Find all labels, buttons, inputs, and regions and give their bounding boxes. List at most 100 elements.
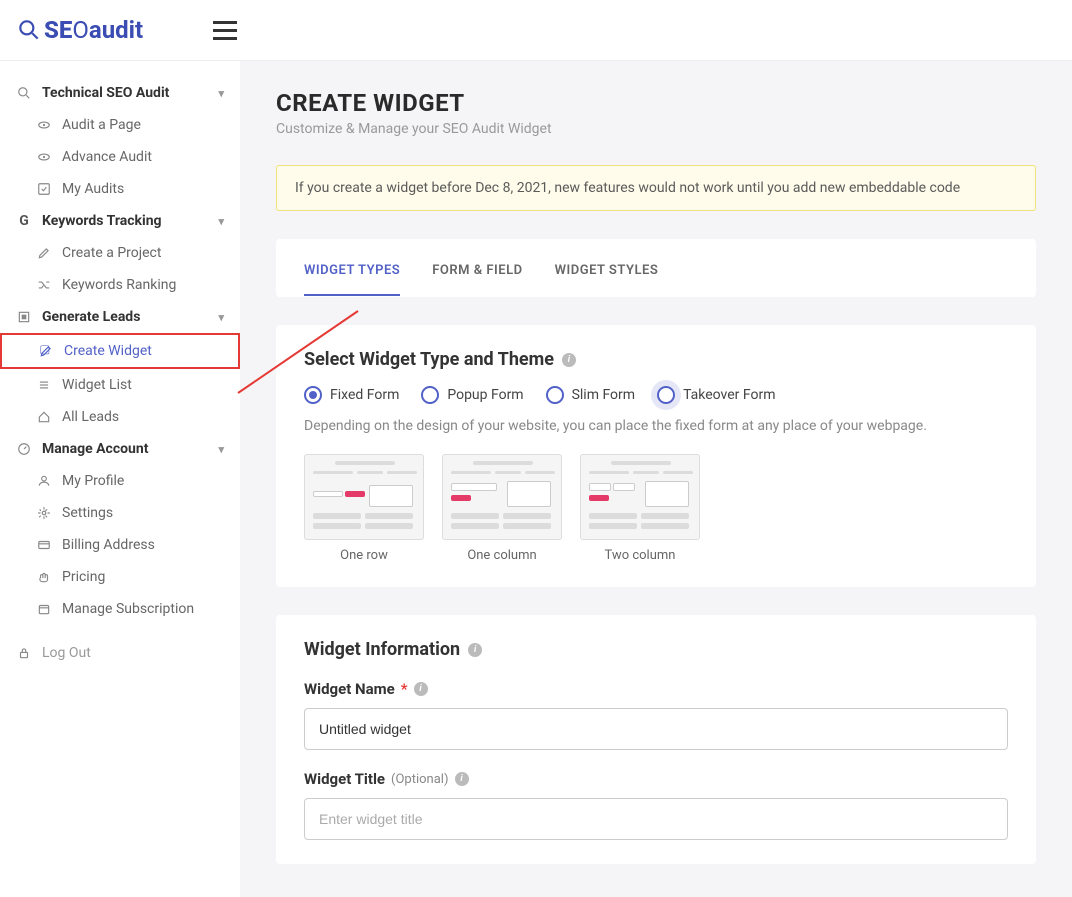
sidebar-item-keywords-ranking[interactable]: Keywords Ranking xyxy=(0,269,240,301)
page-subtitle: Customize & Manage your SEO Audit Widget xyxy=(276,121,1036,137)
logout-button[interactable]: Log Out xyxy=(0,625,240,681)
sidebar-item-my-audits[interactable]: My Audits xyxy=(0,173,240,205)
tabs: WIDGET TYPES FORM & FIELD WIDGET STYLES xyxy=(304,263,1008,297)
sidebar-item-label: My Audits xyxy=(62,181,124,197)
sidebar-group-technical-seo[interactable]: Technical SEO Audit ▾ xyxy=(0,77,240,109)
widget-name-label: Widget Name* i xyxy=(304,680,1008,698)
widget-info-card: Widget Information i Widget Name* i Widg… xyxy=(276,615,1036,864)
widget-name-input[interactable] xyxy=(304,708,1008,750)
lock-icon xyxy=(16,645,32,661)
alert-text: If you create a widget before Dec 8, 202… xyxy=(295,180,960,196)
tab-widget-types[interactable]: WIDGET TYPES xyxy=(304,263,400,296)
sidebar-group-label: Generate Leads xyxy=(42,309,140,325)
radio-circle xyxy=(421,386,439,404)
theme-label: One column xyxy=(442,548,562,563)
radio-slim-form[interactable]: Slim Form xyxy=(546,386,635,404)
sidebar-item-widget-list[interactable]: Widget List xyxy=(0,369,240,401)
sidebar-group-keywords[interactable]: G Keywords Tracking ▾ xyxy=(0,205,240,237)
menu-toggle-icon[interactable] xyxy=(213,21,237,40)
radio-popup-form[interactable]: Popup Form xyxy=(421,386,523,404)
widget-type-heading: Select Widget Type and Theme i xyxy=(304,349,1008,370)
sidebar-item-billing[interactable]: Billing Address xyxy=(0,529,240,561)
sidebar-item-advance-audit[interactable]: Advance Audit xyxy=(0,141,240,173)
theme-two-column[interactable]: Two column xyxy=(580,454,700,563)
chevron-down-icon: ▾ xyxy=(218,443,224,456)
logo[interactable]: SEOaudit xyxy=(16,16,143,44)
sidebar-group-label: Manage Account xyxy=(42,441,148,457)
sidebar-item-settings[interactable]: Settings xyxy=(0,497,240,529)
alert-banner: If you create a widget before Dec 8, 202… xyxy=(276,165,1036,211)
sidebar-item-label: Manage Subscription xyxy=(62,601,194,617)
sidebar-item-label: Widget List xyxy=(62,377,132,393)
theme-preview xyxy=(304,454,424,540)
widget-title-input[interactable] xyxy=(304,798,1008,840)
theme-label: One row xyxy=(304,548,424,563)
sidebar-item-label: Create a Project xyxy=(62,245,161,261)
sidebar-group-label: Technical SEO Audit xyxy=(42,85,169,101)
pencil-icon xyxy=(36,245,52,261)
theme-one-row[interactable]: One row xyxy=(304,454,424,563)
sidebar-item-subscription[interactable]: Manage Subscription xyxy=(0,593,240,625)
radio-circle xyxy=(657,386,675,404)
check-icon xyxy=(36,181,52,197)
widget-type-desc: Depending on the design of your website,… xyxy=(304,418,1008,434)
widget-type-radios: Fixed Form Popup Form Slim Form Takeover… xyxy=(304,386,1008,404)
chevron-down-icon: ▾ xyxy=(218,311,224,324)
tabs-card: WIDGET TYPES FORM & FIELD WIDGET STYLES xyxy=(276,239,1036,297)
chevron-down-icon: ▾ xyxy=(218,215,224,228)
info-icon[interactable]: i xyxy=(468,643,482,657)
sidebar-group-leads[interactable]: Generate Leads ▾ xyxy=(0,301,240,333)
sidebar-item-audit-page[interactable]: Audit a Page xyxy=(0,109,240,141)
page-title: CREATE WIDGET xyxy=(276,89,1036,117)
sidebar-item-label: Settings xyxy=(62,505,113,521)
info-icon[interactable]: i xyxy=(562,353,576,367)
sidebar-item-create-widget[interactable]: Create Widget xyxy=(0,333,240,369)
widget-type-card: Select Widget Type and Theme i Fixed For… xyxy=(276,325,1036,587)
sidebar-item-create-project[interactable]: Create a Project xyxy=(0,237,240,269)
user-icon xyxy=(36,473,52,489)
widget-title-label: Widget Title (Optional) i xyxy=(304,770,1008,788)
chevron-down-icon: ▾ xyxy=(218,87,224,100)
theme-one-column[interactable]: One column xyxy=(442,454,562,563)
sidebar-item-label: All Leads xyxy=(62,409,119,425)
theme-preview xyxy=(580,454,700,540)
card-icon xyxy=(36,537,52,553)
radio-circle xyxy=(304,386,322,404)
sidebar-item-label: Billing Address xyxy=(62,537,155,553)
sidebar-item-label: Pricing xyxy=(62,569,105,585)
main-content: CREATE WIDGET Customize & Manage your SE… xyxy=(240,61,1072,897)
g-icon: G xyxy=(16,213,32,229)
tab-form-field[interactable]: FORM & FIELD xyxy=(432,263,522,296)
sidebar-item-label: Advance Audit xyxy=(62,149,152,165)
topbar: SEOaudit xyxy=(0,0,1072,61)
eye-icon xyxy=(36,149,52,165)
sidebar-item-my-profile[interactable]: My Profile xyxy=(0,465,240,497)
theme-label: Two column xyxy=(580,548,700,563)
radio-circle xyxy=(546,386,564,404)
home-icon xyxy=(36,409,52,425)
sidebar-item-label: Create Widget xyxy=(64,343,152,359)
widget-icon xyxy=(16,309,32,325)
search-icon xyxy=(16,85,32,101)
eye-icon xyxy=(36,117,52,133)
gear-icon xyxy=(36,505,52,521)
theme-options: One row xyxy=(304,454,1008,563)
shuffle-icon xyxy=(36,277,52,293)
sidebar-item-label: Audit a Page xyxy=(62,117,141,133)
widget-info-heading: Widget Information i xyxy=(304,639,1008,660)
tab-widget-styles[interactable]: WIDGET STYLES xyxy=(555,263,659,296)
gauge-icon xyxy=(16,441,32,457)
sidebar-item-all-leads[interactable]: All Leads xyxy=(0,401,240,433)
sidebar-item-pricing[interactable]: Pricing xyxy=(0,561,240,593)
sidebar-item-label: My Profile xyxy=(62,473,124,489)
sidebar: Technical SEO Audit ▾ Audit a Page Advan… xyxy=(0,61,240,897)
sidebar-group-label: Keywords Tracking xyxy=(42,213,162,229)
info-icon[interactable]: i xyxy=(455,772,469,786)
logout-label: Log Out xyxy=(42,645,91,661)
sidebar-group-account[interactable]: Manage Account ▾ xyxy=(0,433,240,465)
info-icon[interactable]: i xyxy=(414,682,428,696)
sidebar-item-label: Keywords Ranking xyxy=(62,277,176,293)
radio-fixed-form[interactable]: Fixed Form xyxy=(304,386,399,404)
hand-icon xyxy=(36,569,52,585)
radio-takeover-form[interactable]: Takeover Form xyxy=(657,386,775,404)
